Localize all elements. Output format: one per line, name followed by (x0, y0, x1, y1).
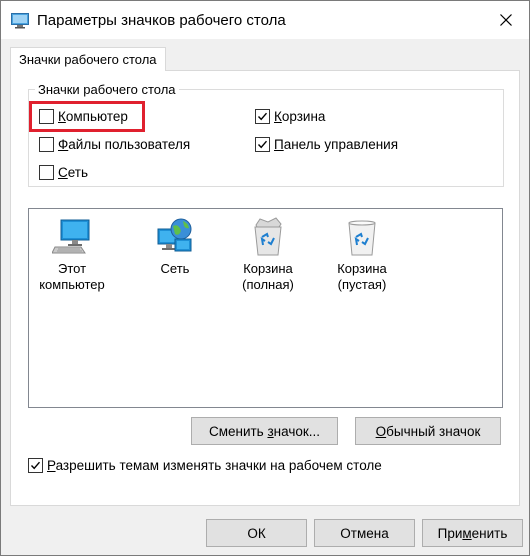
icon-item-recycle-empty[interactable]: Корзина (пустая) (319, 217, 405, 293)
button-label: Отмена (340, 525, 389, 541)
checkbox-box[interactable] (255, 108, 270, 124)
apply-button[interactable]: Применить (422, 519, 523, 547)
close-icon (500, 14, 512, 26)
checkbox-control-panel[interactable]: Панель управления (255, 135, 398, 153)
checkbox-box[interactable] (28, 457, 43, 473)
icon-caption-line2: (пустая) (337, 277, 387, 292)
icon-item-network[interactable]: Сеть (132, 217, 218, 277)
label-text: азрешить темам изменять значки на рабоче… (55, 457, 382, 473)
icon-caption-line1: Этот (57, 261, 87, 276)
tab-label: Значки рабочего стола (19, 52, 157, 67)
button-label: енить (471, 525, 508, 541)
group-legend: Значки рабочего стола (35, 82, 179, 97)
label-mnemonic: К (274, 108, 282, 124)
button-label: ОК (247, 525, 266, 541)
label-text: айлы пользователя (68, 136, 191, 152)
label-mnemonic: О (375, 423, 387, 439)
label-text: орзина (281, 108, 326, 124)
desktop-settings-icon (11, 13, 29, 29)
icon-caption-line2: компьютер (39, 277, 105, 292)
checkbox-network[interactable]: Сеть (39, 163, 88, 181)
label-text: еть (67, 164, 89, 180)
window-title: Параметры значков рабочего стола (37, 12, 286, 29)
network-icon (155, 217, 195, 257)
button-label: начок... (273, 423, 321, 439)
title-bar[interactable]: Параметры значков рабочего стола (1, 1, 529, 39)
highlight-frame (29, 101, 145, 132)
checkmark-icon (30, 461, 41, 469)
checkbox-box[interactable] (255, 136, 270, 152)
ok-button[interactable]: ОК (206, 519, 307, 547)
button-label: бычный значок (386, 423, 481, 439)
recycle-bin-full-icon (248, 217, 288, 257)
tab-desktop-icons[interactable]: Значки рабочего стола (10, 47, 166, 71)
computer-icon (51, 217, 92, 257)
label-mnemonic: П (274, 136, 284, 152)
button-label: Сменить (208, 423, 268, 439)
recycle-bin-empty-icon (342, 217, 382, 257)
icon-list-view[interactable]: Этот компьютер Сеть Корзина (полная) Кор… (28, 208, 503, 408)
close-button[interactable] (483, 1, 529, 39)
label-mnemonic: Р (47, 457, 56, 473)
checkbox-box[interactable] (39, 136, 54, 152)
cancel-button[interactable]: Отмена (314, 519, 415, 547)
checkbox-recycle-bin[interactable]: Корзина (255, 107, 325, 125)
default-icon-button[interactable]: Обычный значок (355, 417, 501, 445)
checkmark-icon (257, 112, 268, 120)
icon-caption-line2: (полная) (242, 277, 294, 292)
button-label: При (437, 525, 463, 541)
label-mnemonic: Ф (58, 136, 69, 152)
checkmark-icon (257, 140, 268, 148)
change-icon-button[interactable]: Сменить значок... (191, 417, 338, 445)
checkbox-user-files[interactable]: Файлы пользователя (39, 135, 190, 153)
icon-caption-line1: Корзина (337, 261, 387, 276)
icon-caption-line1: Корзина (243, 261, 293, 276)
dialog-window: Параметры значков рабочего стола Значки … (0, 0, 530, 556)
label-mnemonic: С (58, 164, 68, 180)
checkbox-allow-themes[interactable]: Разрешить темам изменять значки на рабоч… (28, 456, 382, 474)
icon-caption-line1: Сеть (160, 261, 190, 276)
label-mnemonic: м (462, 525, 472, 541)
checkbox-box[interactable] (39, 164, 54, 180)
label-text: анель управления (283, 136, 399, 152)
icon-item-recycle-full[interactable]: Корзина (полная) (225, 217, 311, 293)
icon-item-this-pc[interactable]: Этот компьютер (29, 217, 115, 293)
